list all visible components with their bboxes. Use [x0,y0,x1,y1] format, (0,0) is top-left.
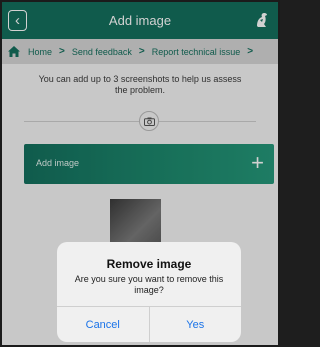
dialog-title: Remove image [106,257,192,271]
yes-button[interactable]: Yes [148,307,242,342]
dialog-message: Are you sure you want to remove this ima… [74,274,224,295]
dialog-actions: Cancel Yes [57,306,241,342]
remove-image-dialog: Remove image Are you sure you want to re… [57,242,241,342]
app-screen: ‹ Add image Home > Send feedback > Repor… [0,0,280,347]
cancel-button[interactable]: Cancel [57,307,149,342]
